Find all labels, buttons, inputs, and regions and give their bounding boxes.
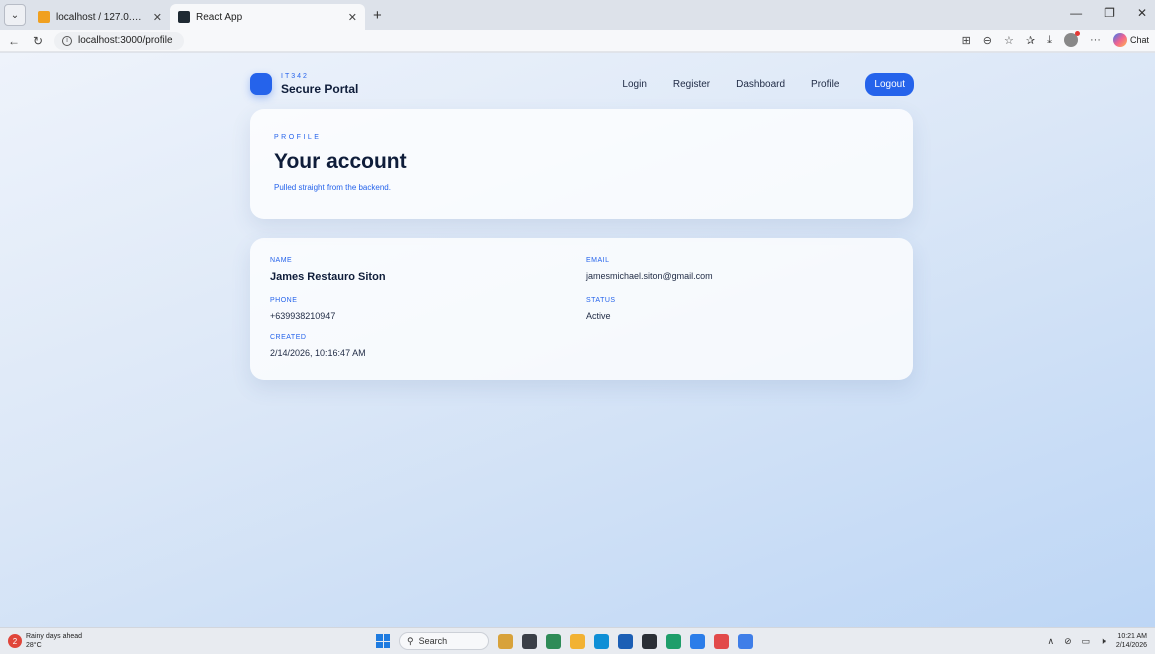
brand-logo-icon	[250, 73, 272, 95]
profile-details-card: NAME James Restauro Siton EMAIL jamesmic…	[250, 238, 913, 380]
back-arrow-icon[interactable]: ←	[4, 34, 24, 48]
weather-alert-icon: 2	[8, 634, 22, 648]
browser-toolbar: ⊞ ⊖ ☆ ✰ ⤓ ··· Chat	[962, 31, 1149, 47]
edge-browser-icon[interactable]	[594, 633, 609, 649]
phone-field: PHONE +639938210947	[270, 297, 335, 321]
window-controls: — ❐ ✕	[1070, 6, 1147, 20]
section-eyebrow: PROFILE	[274, 134, 322, 141]
status-value: Active	[586, 311, 611, 321]
site-info-icon[interactable]: i	[62, 35, 72, 46]
battery-icon[interactable]: ▭	[1082, 636, 1091, 647]
created-field: CREATED 2/14/2026, 10:16:47 AM	[270, 334, 366, 358]
refresh-icon[interactable]: ↻	[28, 34, 48, 48]
logout-button[interactable]: Logout	[865, 72, 914, 96]
clock-date: 2/14/2026	[1115, 642, 1147, 649]
split-screen-icon[interactable]: ⊞	[962, 34, 971, 47]
network-icon[interactable]: ⊘	[1064, 636, 1072, 647]
name-field: NAME James Restauro Siton	[270, 257, 386, 283]
nav-profile-link[interactable]: Profile	[811, 79, 839, 90]
close-window-icon[interactable]: ✕	[1137, 6, 1147, 20]
new-tab-plus-icon[interactable]: +	[373, 7, 382, 24]
tab-phpmyadmin[interactable]: localhost / 127.0.0.1 / it342_g4_si ✕	[30, 4, 170, 30]
created-label: CREATED	[270, 334, 307, 341]
name-value: James Restauro Siton	[270, 271, 386, 283]
clock-time: 10:21 AM	[1117, 633, 1147, 640]
task-view-icon[interactable]	[522, 633, 537, 649]
tray-overflow-chevron-icon[interactable]: ∧	[1048, 636, 1055, 647]
status-label: STATUS	[586, 297, 616, 304]
nav-dashboard-link[interactable]: Dashboard	[736, 79, 785, 90]
brand-subtitle: IT342	[281, 72, 309, 80]
profile-hero-card: PROFILE Your account Pulled straight fro…	[250, 109, 913, 219]
tab-label: React App	[196, 11, 243, 23]
url-text: localhost:3000/profile	[78, 35, 173, 46]
weather-widget[interactable]: 2 Rainy days ahead 28°C	[8, 632, 82, 650]
chrome-app-icon[interactable]	[666, 633, 681, 649]
page-title: Your account	[274, 150, 407, 173]
tab-label: localhost / 127.0.0.1 / it342_g4_si	[56, 11, 147, 23]
terminal-app-icon[interactable]	[642, 633, 657, 649]
browser-address-bar: ← ↻ i localhost:3000/profile ⊞ ⊖ ☆ ✰ ⤓ ·…	[0, 30, 1155, 52]
brand: IT342 Secure Portal	[281, 73, 358, 96]
store-app-icon[interactable]	[618, 633, 633, 649]
email-value: jamesmichael.siton@gmail.com	[586, 271, 713, 281]
search-icon: ⚲	[407, 635, 414, 646]
page-viewport: IT342 Secure Portal Login Register Dashb…	[0, 53, 1155, 627]
pinned-app-icon[interactable]	[738, 633, 753, 649]
chat-label: Chat	[1129, 35, 1149, 45]
search-label: Search	[418, 636, 448, 646]
system-tray: ∧ ⊘ ▭ 🕨 10:21 AM 2/14/2026	[1048, 632, 1147, 650]
xampp-app-icon[interactable]	[714, 633, 729, 649]
main-nav: Login Register Dashboard Profile Logout	[622, 72, 914, 96]
name-label: NAME	[270, 257, 293, 264]
chat-app-icon[interactable]	[546, 633, 561, 649]
favorites-list-icon[interactable]: ✰	[1026, 34, 1035, 47]
close-tab-icon[interactable]: ✕	[348, 11, 357, 24]
restore-icon[interactable]: ❐	[1104, 6, 1115, 20]
minimize-icon[interactable]: —	[1070, 6, 1082, 20]
copilot-icon	[1112, 33, 1127, 47]
weather-text: Rainy days ahead 28°C	[26, 632, 82, 650]
extensions-icon[interactable]: ⊖	[983, 34, 992, 47]
email-field: EMAIL jamesmichael.siton@gmail.com	[586, 257, 713, 281]
created-value: 2/14/2026, 10:16:47 AM	[270, 348, 366, 358]
file-explorer-icon[interactable]	[570, 633, 585, 649]
more-menu-icon[interactable]: ···	[1090, 34, 1101, 46]
favorite-star-icon[interactable]: ☆	[1004, 34, 1014, 47]
widgets-app-icon[interactable]	[498, 633, 513, 649]
copilot-chat-button[interactable]: Chat	[1112, 33, 1149, 47]
phone-label: PHONE	[270, 297, 298, 304]
volume-icon[interactable]: 🕨	[1100, 636, 1106, 647]
brand-title: Secure Portal	[281, 81, 359, 96]
nav-register-link[interactable]: Register	[673, 79, 710, 90]
weather-title: Rainy days ahead	[26, 633, 83, 640]
email-label: EMAIL	[586, 257, 610, 264]
close-tab-icon[interactable]: ✕	[153, 11, 162, 24]
weather-temp: 28°C	[26, 642, 42, 649]
windows-start-icon[interactable]	[376, 634, 390, 648]
phpmyadmin-favicon-icon	[38, 11, 50, 23]
app-header: IT342 Secure Portal Login Register Dashb…	[250, 67, 914, 101]
system-clock[interactable]: 10:21 AM 2/14/2026	[1116, 632, 1147, 650]
nav-login-link[interactable]: Login	[622, 79, 646, 90]
os-taskbar: 2 Rainy days ahead 28°C ⚲ Search ∧ ⊘ ▭ 🕨…	[0, 627, 1155, 654]
browser-tab-bar: ⌄ localhost / 127.0.0.1 / it342_g4_si ✕ …	[0, 0, 1155, 30]
react-favicon-icon	[178, 11, 190, 23]
tab-actions-chevron-icon[interactable]: ⌄	[4, 4, 26, 26]
tab-react-app[interactable]: React App ✕	[170, 4, 365, 30]
downloads-icon[interactable]: ⤓	[1047, 34, 1052, 47]
taskbar-search[interactable]: ⚲ Search	[399, 632, 489, 650]
vscode-app-icon[interactable]	[690, 633, 705, 649]
url-field[interactable]: i localhost:3000/profile	[54, 31, 184, 50]
status-field: STATUS Active	[586, 297, 616, 321]
profile-avatar-icon[interactable]	[1063, 31, 1080, 47]
page-subtitle: Pulled straight from the backend.	[274, 183, 391, 192]
phone-value: +639938210947	[270, 311, 336, 321]
taskbar-apps: ⚲ Search	[376, 632, 753, 650]
